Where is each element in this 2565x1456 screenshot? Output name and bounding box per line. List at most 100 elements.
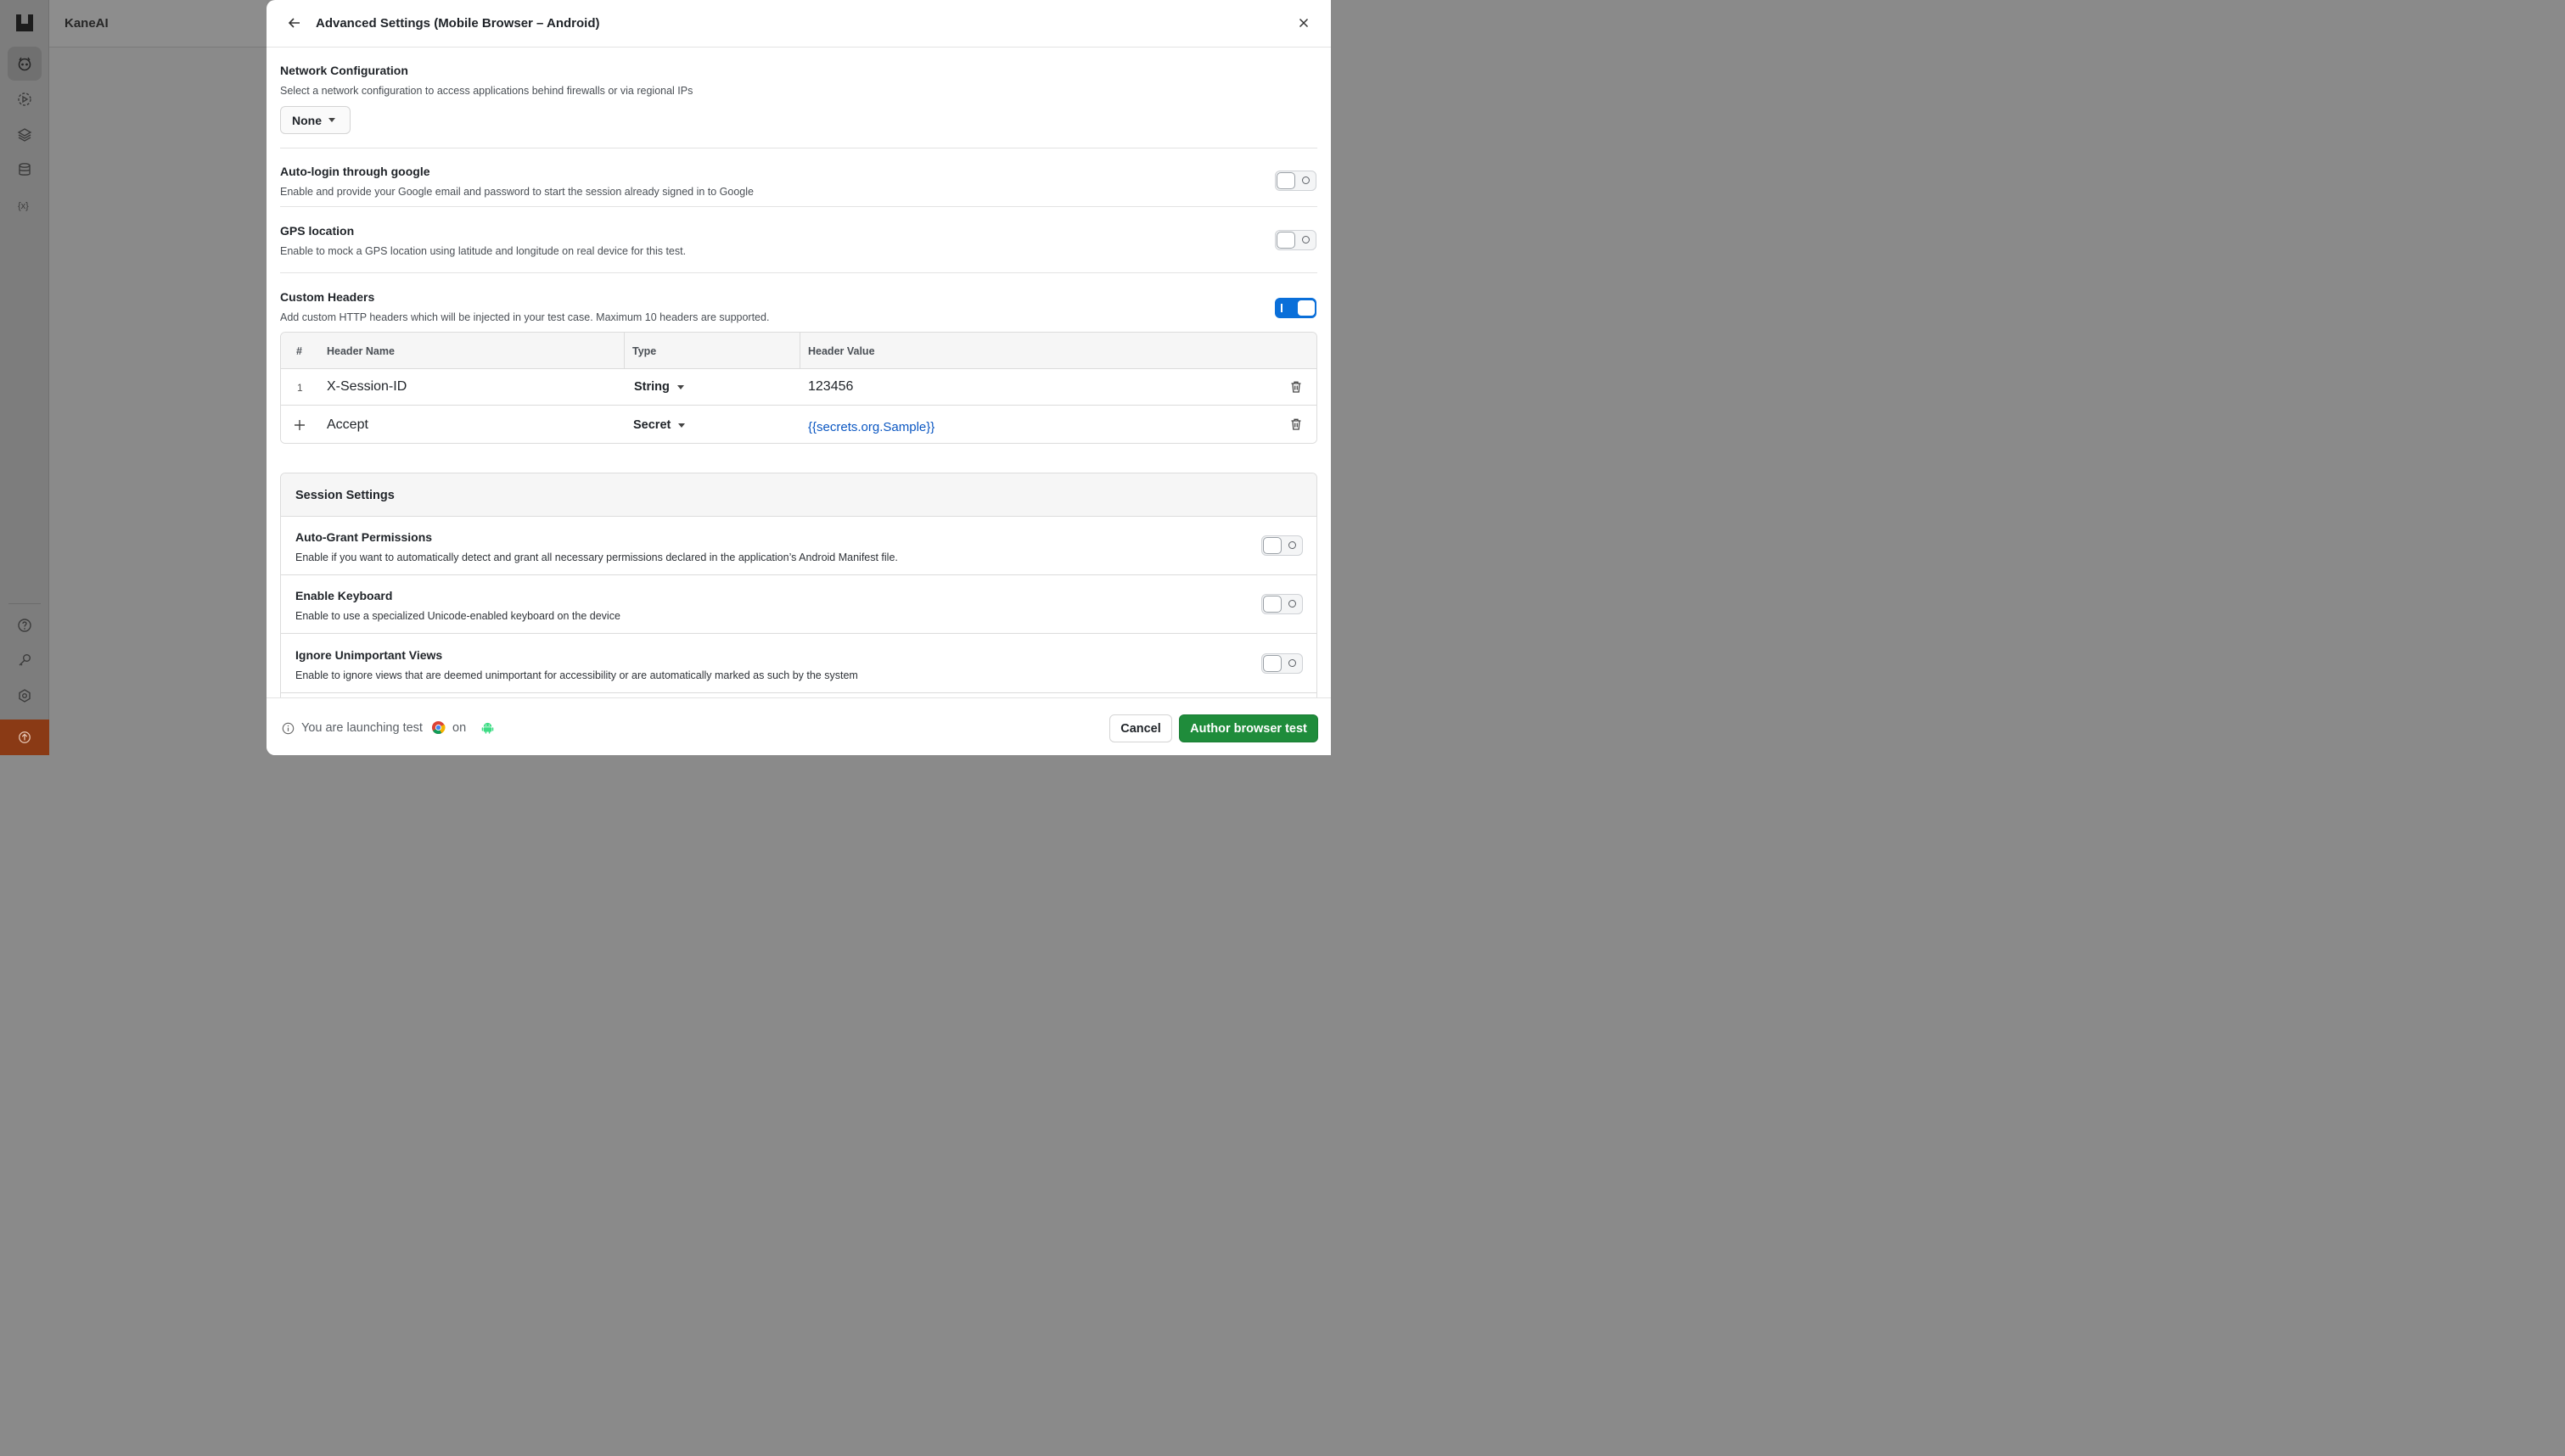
session-settings-card: Session Settings Auto-Grant Permissions … (280, 473, 1317, 697)
setting-description: Enable if you want to automatically dete… (295, 552, 898, 563)
nav-keys[interactable] (8, 643, 42, 677)
nav-help[interactable] (8, 608, 42, 642)
toggle-knob (1263, 596, 1282, 613)
type-select[interactable]: String (634, 380, 684, 394)
setting-description: Enable to ignore views that are deemed u… (295, 669, 858, 681)
nav-kane-agent[interactable] (8, 47, 42, 81)
column-header-value: Header Value (808, 345, 875, 357)
ignore-unimportant-views-toggle[interactable] (1261, 653, 1303, 674)
svg-text:{x}: {x} (18, 201, 29, 211)
nav-variables[interactable]: {x} (8, 188, 42, 222)
custom-headers-description: Add custom HTTP headers which will be in… (280, 311, 770, 323)
custom-headers-title: Custom Headers (280, 290, 375, 304)
header-name-input[interactable]: Accept (327, 417, 368, 433)
kane-agent-icon (18, 57, 31, 71)
custom-headers-toggle[interactable] (1275, 298, 1316, 318)
gps-toggle[interactable] (1275, 230, 1316, 250)
kane-logo-icon[interactable] (15, 14, 34, 32)
headers-table: # Header Name Type Header Value 1 X-Sess… (280, 332, 1317, 444)
chevron-down-icon (678, 423, 686, 428)
setting-description: Enable to use a specialized Unicode-enab… (295, 610, 620, 622)
app-background (49, 48, 267, 755)
toggle-knob (1277, 172, 1295, 189)
chevron-down-icon (676, 384, 684, 389)
nav-database[interactable] (8, 153, 42, 187)
chevron-down-icon (328, 118, 335, 122)
type-select-value: String (634, 380, 670, 394)
nav-layers[interactable] (8, 118, 42, 152)
close-icon[interactable] (1297, 16, 1311, 30)
toggle-knob (1277, 232, 1295, 249)
trash-icon[interactable] (1289, 417, 1303, 431)
session-settings-title: Session Settings (295, 489, 395, 502)
header-value-input[interactable]: 123456 (808, 379, 853, 395)
app-header: KaneAI (49, 0, 267, 48)
type-select[interactable]: Secret (633, 418, 686, 432)
upgrade-button[interactable] (0, 720, 49, 755)
setting-ignore-unimportant-views: Ignore Unimportant Views Enable to ignor… (281, 635, 1316, 693)
setting-title: Enable Keyboard (295, 589, 393, 602)
enable-keyboard-toggle[interactable] (1261, 594, 1303, 614)
autologin-title: Auto-login through google (280, 165, 430, 178)
toggle-off-icon (1302, 176, 1310, 184)
type-select-value: Secret (633, 418, 671, 432)
chrome-icon (431, 720, 446, 735)
toggle-off-icon (1288, 541, 1296, 549)
layers-icon (17, 128, 32, 142)
network-description: Select a network configuration to access… (280, 85, 693, 97)
plus-icon[interactable] (294, 419, 306, 431)
setting-auto-grant-permissions: Auto-Grant Permissions Enable if you wan… (281, 517, 1316, 575)
info-icon (282, 722, 295, 735)
row-index: 1 (297, 382, 303, 394)
toggle-off-icon (1288, 600, 1296, 608)
nav-settings[interactable] (8, 679, 42, 713)
variables-icon: {x} (18, 201, 29, 211)
help-icon (18, 619, 31, 632)
header-value-secret[interactable]: {{secrets.org.Sample}} (808, 420, 935, 434)
drawer-footer: You are launching test on Cancel Author … (267, 697, 1331, 755)
column-header-name: Header Name (327, 345, 395, 357)
gps-description: Enable to mock a GPS location using lati… (280, 245, 687, 257)
column-type: Type (632, 345, 657, 357)
gps-title: GPS location (280, 224, 355, 238)
drawer-header: Advanced Settings (Mobile Browser – Andr… (267, 0, 1331, 48)
divider (280, 272, 1317, 273)
toggle-knob (1297, 300, 1316, 316)
auto-grant-permissions-toggle[interactable] (1261, 535, 1303, 556)
on-text: on (452, 721, 467, 735)
advanced-settings-drawer: Advanced Settings (Mobile Browser – Andr… (267, 0, 1331, 755)
header-name-input[interactable]: X-Session-ID (327, 379, 407, 395)
network-config-dropdown[interactable]: None (280, 106, 351, 134)
toggle-knob (1263, 655, 1282, 672)
table-row: Accept Secret {{secrets.org.Sample}} (281, 406, 1316, 443)
app-name: KaneAI (65, 16, 109, 31)
key-icon (19, 654, 31, 666)
setting-enable-keyboard: Enable Keyboard Enable to use a speciali… (281, 575, 1316, 634)
autologin-description: Enable and provide your Google email and… (280, 186, 754, 198)
toggle-off-icon (1288, 659, 1296, 667)
rail-divider (8, 603, 41, 604)
cancel-button[interactable]: Cancel (1109, 714, 1172, 742)
network-title: Network Configuration (280, 64, 408, 77)
drawer-title: Advanced Settings (Mobile Browser – Andr… (316, 16, 600, 31)
settings-content[interactable]: Network Configuration Select a network c… (280, 48, 1317, 697)
upgrade-icon (19, 731, 31, 743)
network-selected-value: None (292, 113, 322, 127)
toggle-knob (1263, 537, 1282, 554)
back-arrow-icon[interactable] (287, 15, 302, 31)
setting-title: Ignore Unimportant Views (295, 648, 443, 662)
settings-icon (19, 689, 31, 703)
setting-title: Auto-Grant Permissions (295, 530, 433, 544)
session-settings-header: Session Settings (281, 473, 1316, 517)
divider (280, 206, 1317, 207)
toggle-off-icon (1302, 236, 1310, 244)
author-browser-test-button[interactable]: Author browser test (1179, 714, 1318, 742)
nav-test-runs[interactable] (8, 82, 42, 116)
launch-text: You are launching test (301, 721, 423, 735)
autologin-toggle[interactable] (1275, 171, 1316, 191)
table-row: 1 X-Session-ID String 123456 (281, 369, 1316, 406)
left-rail: {x} (0, 0, 49, 755)
database-icon (19, 163, 31, 176)
trash-icon[interactable] (1289, 380, 1303, 394)
android-icon (481, 722, 494, 734)
